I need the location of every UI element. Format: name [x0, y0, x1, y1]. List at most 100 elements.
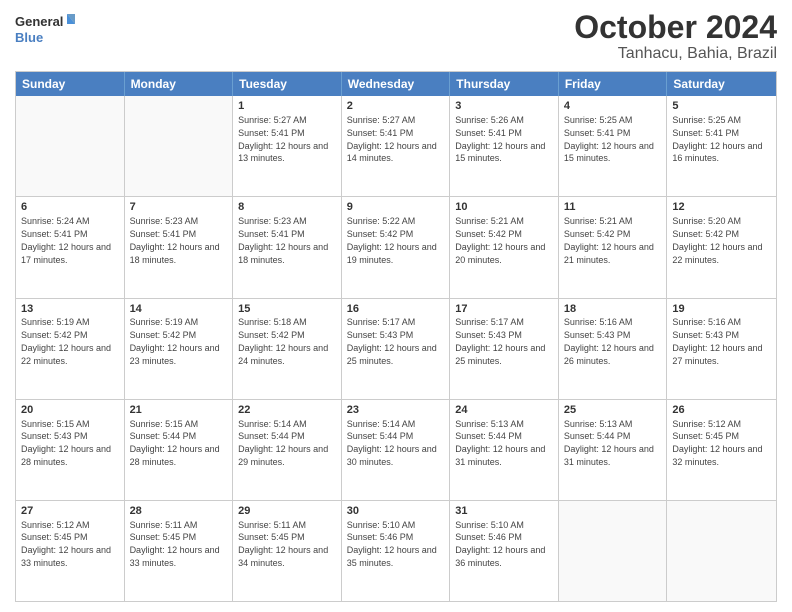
day-number: 16 — [347, 302, 445, 317]
calendar-cell: 4Sunrise: 5:25 AMSunset: 5:41 PMDaylight… — [559, 96, 668, 196]
day-number: 1 — [238, 99, 336, 114]
calendar-cell: 26Sunrise: 5:12 AMSunset: 5:45 PMDayligh… — [667, 400, 776, 500]
day-number: 31 — [455, 504, 553, 519]
calendar-cell: 1Sunrise: 5:27 AMSunset: 5:41 PMDaylight… — [233, 96, 342, 196]
header: General Blue October 2024 Tanhacu, Bahia… — [15, 10, 777, 63]
calendar-cell: 11Sunrise: 5:21 AMSunset: 5:42 PMDayligh… — [559, 197, 668, 297]
day-number: 5 — [672, 99, 771, 114]
calendar-cell: 28Sunrise: 5:11 AMSunset: 5:45 PMDayligh… — [125, 501, 234, 601]
subtitle: Tanhacu, Bahia, Brazil — [574, 45, 777, 63]
cell-text: Sunrise: 5:12 AMSunset: 5:45 PMDaylight:… — [672, 419, 762, 467]
cell-text: Sunrise: 5:21 AMSunset: 5:42 PMDaylight:… — [564, 216, 654, 264]
calendar-cell: 9Sunrise: 5:22 AMSunset: 5:42 PMDaylight… — [342, 197, 451, 297]
calendar-cell: 12Sunrise: 5:20 AMSunset: 5:42 PMDayligh… — [667, 197, 776, 297]
day-number: 9 — [347, 200, 445, 215]
day-number: 4 — [564, 99, 662, 114]
cell-text: Sunrise: 5:24 AMSunset: 5:41 PMDaylight:… — [21, 216, 111, 264]
day-number: 25 — [564, 403, 662, 418]
calendar-cell: 30Sunrise: 5:10 AMSunset: 5:46 PMDayligh… — [342, 501, 451, 601]
day-number: 17 — [455, 302, 553, 317]
day-number: 23 — [347, 403, 445, 418]
calendar-cell: 25Sunrise: 5:13 AMSunset: 5:44 PMDayligh… — [559, 400, 668, 500]
day-number: 14 — [130, 302, 228, 317]
calendar-cell: 14Sunrise: 5:19 AMSunset: 5:42 PMDayligh… — [125, 299, 234, 399]
cell-text: Sunrise: 5:27 AMSunset: 5:41 PMDaylight:… — [238, 115, 328, 163]
main-title: October 2024 — [574, 10, 777, 45]
cell-text: Sunrise: 5:13 AMSunset: 5:44 PMDaylight:… — [455, 419, 545, 467]
calendar-cell: 3Sunrise: 5:26 AMSunset: 5:41 PMDaylight… — [450, 96, 559, 196]
day-number: 12 — [672, 200, 771, 215]
calendar-cell: 27Sunrise: 5:12 AMSunset: 5:45 PMDayligh… — [16, 501, 125, 601]
day-number: 3 — [455, 99, 553, 114]
calendar-cell: 29Sunrise: 5:11 AMSunset: 5:45 PMDayligh… — [233, 501, 342, 601]
day-number: 11 — [564, 200, 662, 215]
day-number: 24 — [455, 403, 553, 418]
calendar-cell: 13Sunrise: 5:19 AMSunset: 5:42 PMDayligh… — [16, 299, 125, 399]
svg-text:Blue: Blue — [15, 30, 43, 45]
cell-text: Sunrise: 5:10 AMSunset: 5:46 PMDaylight:… — [347, 520, 437, 568]
day-number: 2 — [347, 99, 445, 114]
calendar-cell — [16, 96, 125, 196]
day-number: 18 — [564, 302, 662, 317]
day-number: 26 — [672, 403, 771, 418]
calendar-row: 6Sunrise: 5:24 AMSunset: 5:41 PMDaylight… — [16, 197, 776, 298]
calendar-cell: 10Sunrise: 5:21 AMSunset: 5:42 PMDayligh… — [450, 197, 559, 297]
cell-text: Sunrise: 5:10 AMSunset: 5:46 PMDaylight:… — [455, 520, 545, 568]
calendar: SundayMondayTuesdayWednesdayThursdayFrid… — [15, 71, 777, 602]
cell-text: Sunrise: 5:20 AMSunset: 5:42 PMDaylight:… — [672, 216, 762, 264]
day-number: 21 — [130, 403, 228, 418]
calendar-cell: 2Sunrise: 5:27 AMSunset: 5:41 PMDaylight… — [342, 96, 451, 196]
calendar-cell: 7Sunrise: 5:23 AMSunset: 5:41 PMDaylight… — [125, 197, 234, 297]
calendar-cell: 5Sunrise: 5:25 AMSunset: 5:41 PMDaylight… — [667, 96, 776, 196]
col-header-sunday: Sunday — [16, 72, 125, 96]
cell-text: Sunrise: 5:19 AMSunset: 5:42 PMDaylight:… — [130, 317, 220, 365]
calendar-cell: 16Sunrise: 5:17 AMSunset: 5:43 PMDayligh… — [342, 299, 451, 399]
calendar-header: SundayMondayTuesdayWednesdayThursdayFrid… — [16, 72, 776, 96]
day-number: 19 — [672, 302, 771, 317]
calendar-cell — [559, 501, 668, 601]
col-header-wednesday: Wednesday — [342, 72, 451, 96]
calendar-row: 20Sunrise: 5:15 AMSunset: 5:43 PMDayligh… — [16, 400, 776, 501]
calendar-cell: 20Sunrise: 5:15 AMSunset: 5:43 PMDayligh… — [16, 400, 125, 500]
cell-text: Sunrise: 5:25 AMSunset: 5:41 PMDaylight:… — [672, 115, 762, 163]
cell-text: Sunrise: 5:17 AMSunset: 5:43 PMDaylight:… — [455, 317, 545, 365]
title-section: October 2024 Tanhacu, Bahia, Brazil — [574, 10, 777, 63]
cell-text: Sunrise: 5:17 AMSunset: 5:43 PMDaylight:… — [347, 317, 437, 365]
calendar-body: 1Sunrise: 5:27 AMSunset: 5:41 PMDaylight… — [16, 96, 776, 601]
day-number: 7 — [130, 200, 228, 215]
calendar-cell: 18Sunrise: 5:16 AMSunset: 5:43 PMDayligh… — [559, 299, 668, 399]
cell-text: Sunrise: 5:22 AMSunset: 5:42 PMDaylight:… — [347, 216, 437, 264]
day-number: 6 — [21, 200, 119, 215]
calendar-cell — [125, 96, 234, 196]
cell-text: Sunrise: 5:14 AMSunset: 5:44 PMDaylight:… — [347, 419, 437, 467]
calendar-cell: 8Sunrise: 5:23 AMSunset: 5:41 PMDaylight… — [233, 197, 342, 297]
cell-text: Sunrise: 5:18 AMSunset: 5:42 PMDaylight:… — [238, 317, 328, 365]
cell-text: Sunrise: 5:21 AMSunset: 5:42 PMDaylight:… — [455, 216, 545, 264]
col-header-saturday: Saturday — [667, 72, 776, 96]
day-number: 8 — [238, 200, 336, 215]
day-number: 15 — [238, 302, 336, 317]
calendar-cell: 17Sunrise: 5:17 AMSunset: 5:43 PMDayligh… — [450, 299, 559, 399]
calendar-row: 13Sunrise: 5:19 AMSunset: 5:42 PMDayligh… — [16, 299, 776, 400]
svg-text:General: General — [15, 14, 63, 29]
cell-text: Sunrise: 5:11 AMSunset: 5:45 PMDaylight:… — [238, 520, 328, 568]
col-header-tuesday: Tuesday — [233, 72, 342, 96]
col-header-thursday: Thursday — [450, 72, 559, 96]
calendar-cell: 21Sunrise: 5:15 AMSunset: 5:44 PMDayligh… — [125, 400, 234, 500]
calendar-cell: 24Sunrise: 5:13 AMSunset: 5:44 PMDayligh… — [450, 400, 559, 500]
cell-text: Sunrise: 5:19 AMSunset: 5:42 PMDaylight:… — [21, 317, 111, 365]
day-number: 13 — [21, 302, 119, 317]
cell-text: Sunrise: 5:14 AMSunset: 5:44 PMDaylight:… — [238, 419, 328, 467]
cell-text: Sunrise: 5:15 AMSunset: 5:43 PMDaylight:… — [21, 419, 111, 467]
col-header-friday: Friday — [559, 72, 668, 96]
day-number: 10 — [455, 200, 553, 215]
day-number: 27 — [21, 504, 119, 519]
calendar-cell: 31Sunrise: 5:10 AMSunset: 5:46 PMDayligh… — [450, 501, 559, 601]
cell-text: Sunrise: 5:11 AMSunset: 5:45 PMDaylight:… — [130, 520, 220, 568]
day-number: 28 — [130, 504, 228, 519]
cell-text: Sunrise: 5:27 AMSunset: 5:41 PMDaylight:… — [347, 115, 437, 163]
cell-text: Sunrise: 5:26 AMSunset: 5:41 PMDaylight:… — [455, 115, 545, 163]
calendar-cell: 15Sunrise: 5:18 AMSunset: 5:42 PMDayligh… — [233, 299, 342, 399]
calendar-cell: 19Sunrise: 5:16 AMSunset: 5:43 PMDayligh… — [667, 299, 776, 399]
col-header-monday: Monday — [125, 72, 234, 96]
